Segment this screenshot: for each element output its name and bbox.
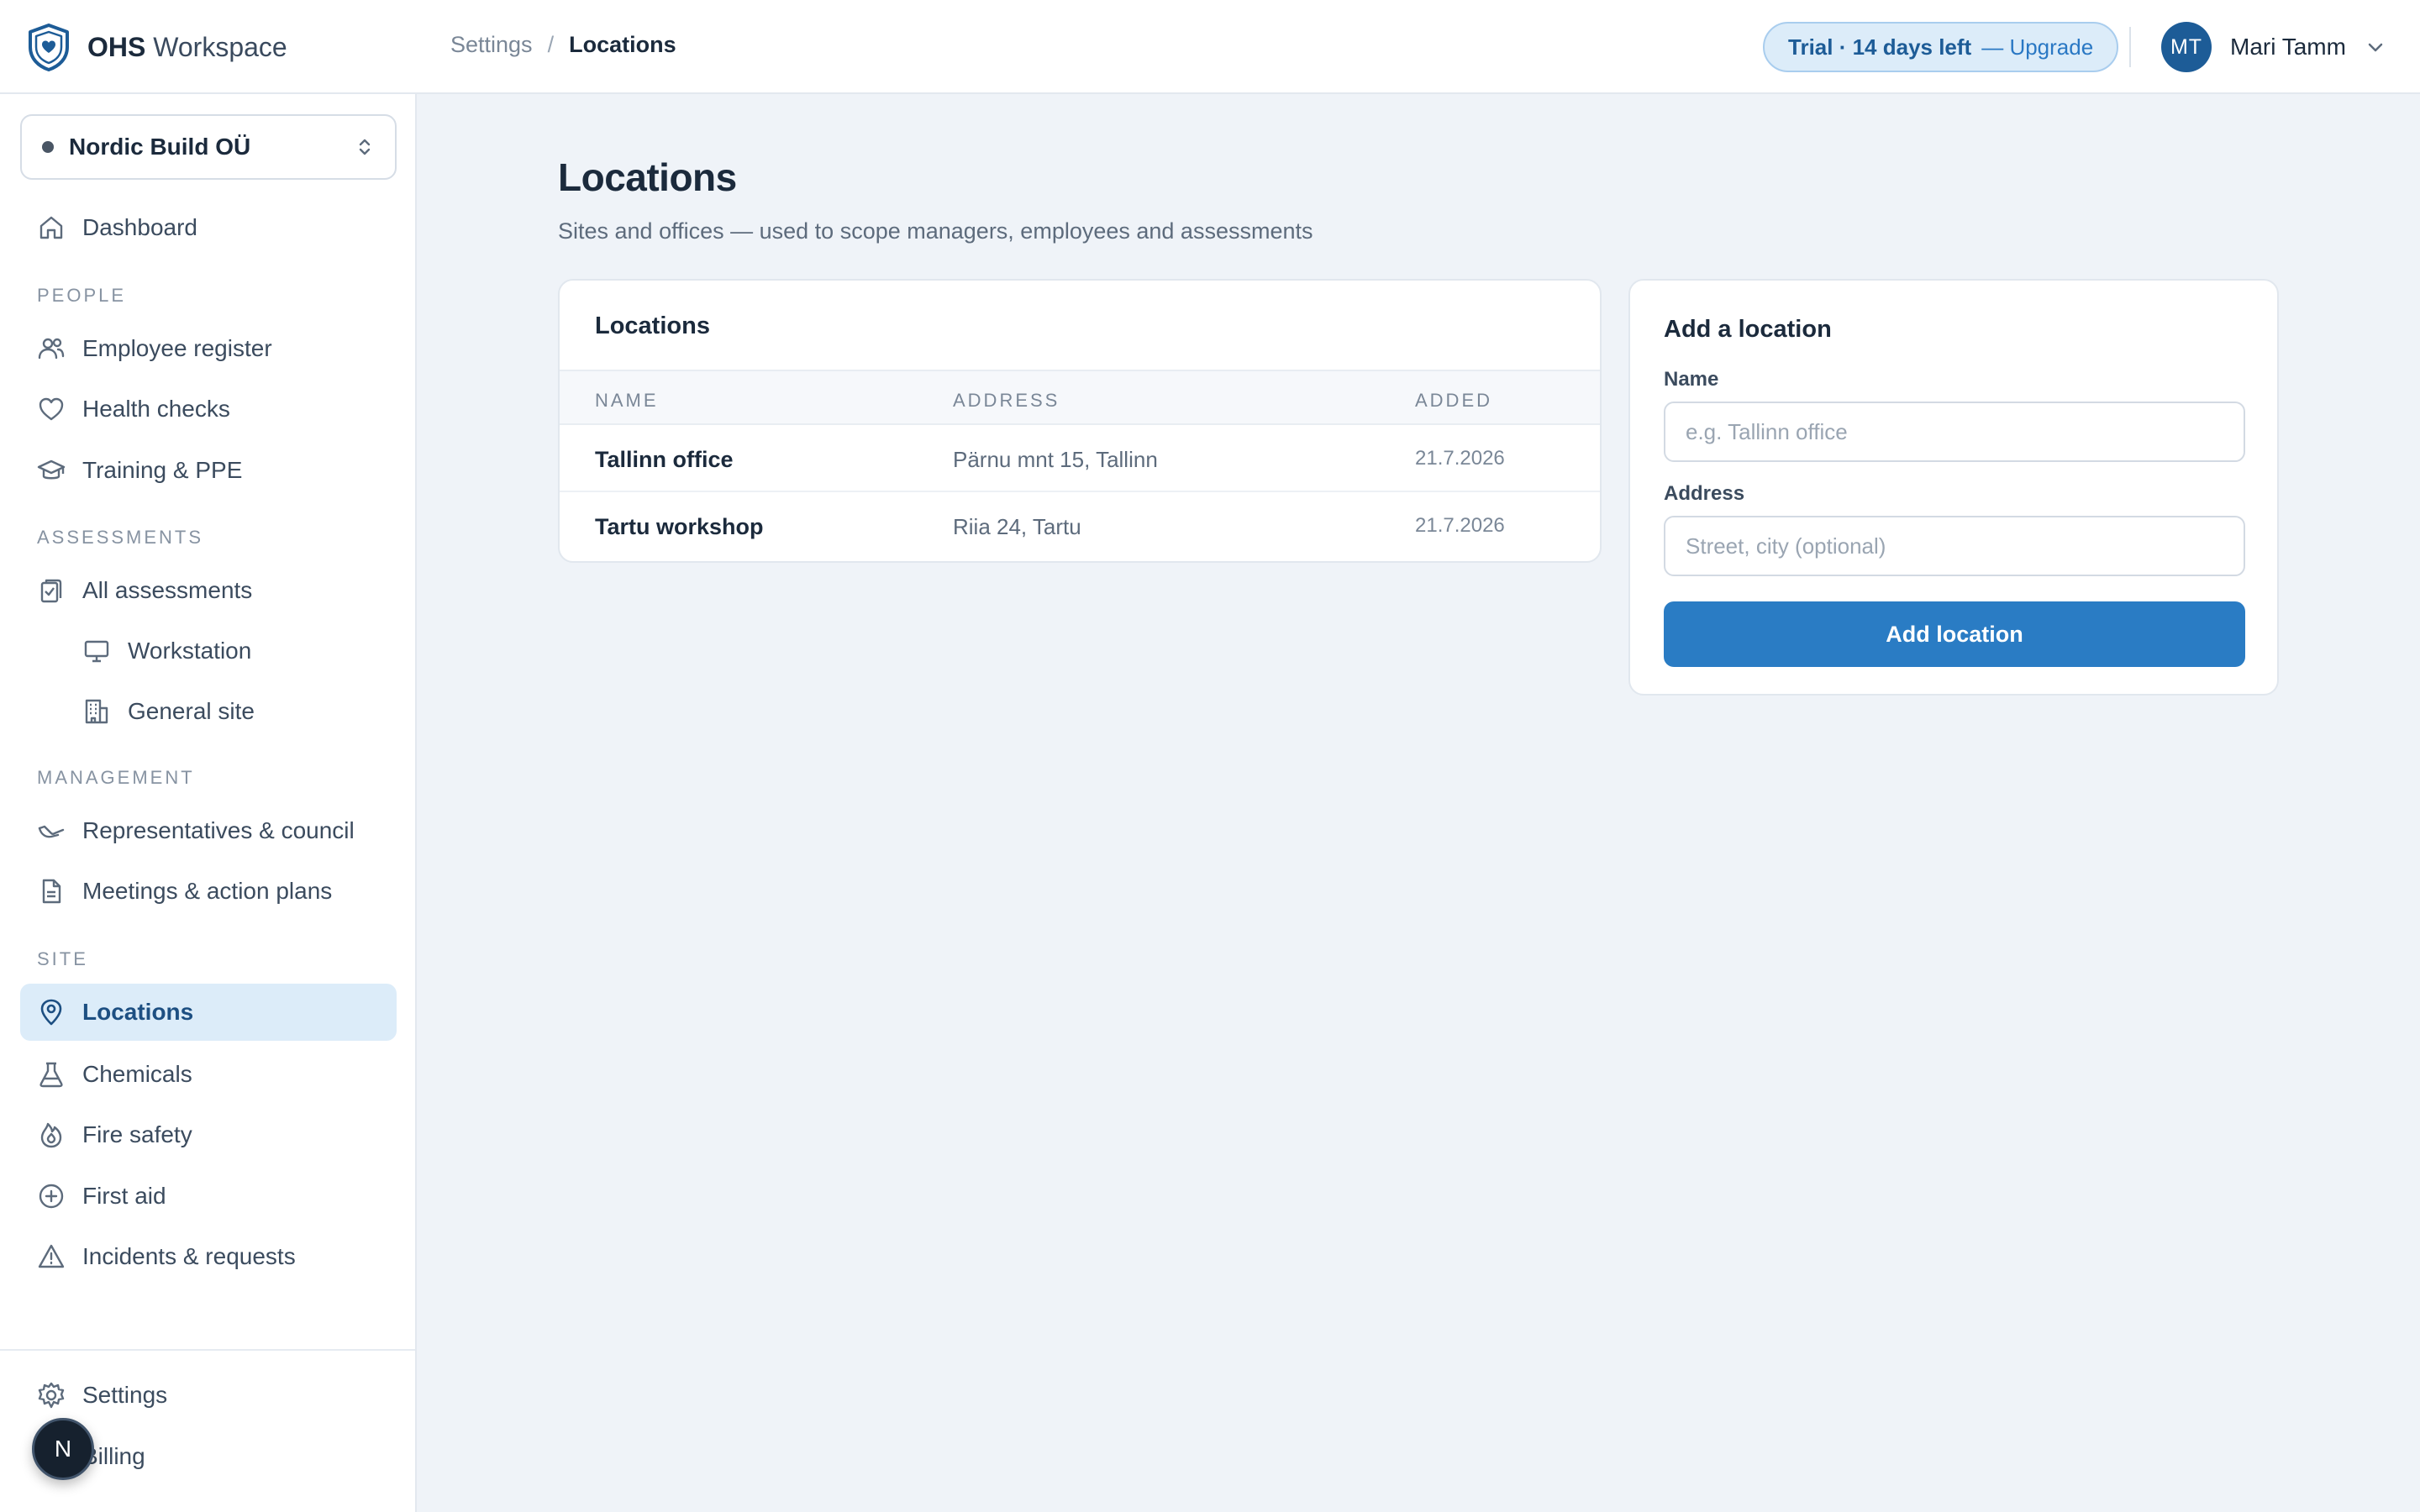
form-title: Add a location	[1664, 316, 1832, 343]
sidebar: Nordic Build OÜ Dashboard PEOPLE Employe…	[0, 94, 417, 1512]
sidebar-item-label: Fire safety	[82, 1121, 192, 1147]
trial-badge[interactable]: Trial · 14 days left — Upgrade	[1763, 22, 2119, 72]
sidebar-item-settings[interactable]: Settings	[20, 1367, 397, 1424]
sidebar-divider	[0, 1349, 415, 1351]
column-header-added: ADDED	[1415, 390, 1493, 411]
flame-icon	[37, 1121, 66, 1149]
graduation-cap-icon	[37, 456, 66, 485]
sidebar-item-employee-register[interactable]: Employee register	[20, 320, 397, 377]
trial-status: Trial · 14 days left	[1788, 34, 1972, 60]
breadcrumb-settings[interactable]: Settings	[450, 32, 533, 58]
document-icon	[37, 877, 66, 906]
sidebar-item-incidents[interactable]: Incidents & requests	[20, 1228, 397, 1285]
app-name-rest-text: Workspace	[153, 31, 287, 62]
breadcrumb: Settings / Locations	[450, 32, 676, 58]
location-name: Tartu workshop	[595, 514, 764, 539]
org-status-dot	[42, 141, 54, 153]
sidebar-item-workstation[interactable]: Workstation	[20, 622, 397, 680]
heart-icon	[37, 395, 66, 423]
sidebar-item-label: Health checks	[82, 396, 230, 422]
sidebar-item-label: General site	[128, 698, 255, 724]
user-menu[interactable]: MT Mari Tamm	[2161, 22, 2386, 72]
section-assessments: ASSESSMENTS	[37, 527, 204, 548]
location-name-input[interactable]	[1664, 402, 2245, 462]
location-added: 21.7.2026	[1415, 514, 1505, 537]
section-management: MANAGEMENT	[37, 767, 195, 788]
sidebar-item-health-checks[interactable]: Health checks	[20, 381, 397, 438]
app-name-rest: Workspace	[145, 32, 287, 63]
locations-table-card: Locations NAME ADDRESS ADDED Tallinn off…	[558, 279, 1602, 563]
table-row[interactable]: Tallinn office Pärnu mnt 15, Tallinn 21.…	[560, 425, 1600, 492]
sidebar-item-general-site[interactable]: General site	[20, 683, 397, 740]
topbar-divider	[2129, 27, 2131, 67]
app-name-bold: OHS	[87, 31, 146, 62]
floating-help-button[interactable]: N	[32, 1418, 94, 1480]
map-pin-icon	[37, 998, 66, 1026]
section-people: PEOPLE	[37, 285, 127, 306]
warning-triangle-icon	[37, 1242, 66, 1271]
sidebar-item-label: Chemicals	[82, 1061, 192, 1087]
add-location-card: Add a location Name Address Add location	[1628, 279, 2279, 696]
column-header-address: ADDRESS	[953, 390, 1060, 411]
sidebar-item-meetings[interactable]: Meetings & action plans	[20, 863, 397, 920]
sidebar-item-all-assessments[interactable]: All assessments	[20, 562, 397, 619]
table-title: Locations	[595, 312, 710, 339]
monitor-icon	[82, 637, 111, 665]
name-label: Name	[1664, 368, 1719, 391]
chevron-down-icon	[2365, 36, 2386, 58]
page-subtitle: Sites and offices — used to scope manage…	[558, 218, 1313, 244]
chevron-up-down-icon	[355, 134, 375, 160]
shield-logo-icon	[25, 22, 72, 72]
location-name: Tallinn office	[595, 447, 734, 472]
sidebar-item-label: Incidents & requests	[82, 1243, 296, 1269]
sidebar-item-label: Workstation	[128, 638, 252, 664]
table-header: NAME ADDRESS ADDED	[560, 370, 1600, 425]
sidebar-item-chemicals[interactable]: Chemicals	[20, 1046, 397, 1103]
location-address-input[interactable]	[1664, 516, 2245, 576]
sidebar-item-dashboard[interactable]: Dashboard	[20, 199, 397, 256]
top-bar: OHS Workspace Settings / Locations Trial…	[0, 0, 2420, 94]
brand[interactable]: OHS Workspace	[25, 22, 287, 72]
gear-icon	[37, 1381, 66, 1410]
location-added: 21.7.2026	[1415, 447, 1505, 470]
address-label: Address	[1664, 482, 1745, 505]
section-site: SITE	[37, 948, 88, 969]
sidebar-item-label: Settings	[82, 1382, 168, 1408]
building-icon	[82, 697, 111, 726]
users-icon	[37, 334, 66, 363]
sidebar-item-locations[interactable]: Locations	[20, 984, 397, 1041]
sidebar-item-first-aid[interactable]: First aid	[20, 1168, 397, 1225]
sidebar-item-representatives[interactable]: Representatives & council	[20, 802, 397, 859]
avatar: MT	[2161, 22, 2212, 72]
flask-icon	[37, 1060, 66, 1089]
user-name: Mari Tamm	[2230, 34, 2346, 60]
home-icon	[37, 213, 66, 242]
sidebar-item-label: Locations	[82, 999, 194, 1025]
sidebar-item-label: All assessments	[82, 577, 253, 603]
sidebar-item-label: First aid	[82, 1183, 166, 1209]
column-header-name: NAME	[595, 390, 659, 411]
page-title: Locations	[558, 155, 737, 199]
add-location-button[interactable]: Add location	[1664, 601, 2245, 667]
sidebar-item-training-ppe[interactable]: Training & PPE	[20, 442, 397, 499]
org-switcher[interactable]: Nordic Build OÜ	[20, 114, 397, 180]
plus-circle-icon	[37, 1182, 66, 1210]
upgrade-link[interactable]: — Upgrade	[1981, 34, 2093, 60]
clipboard-icon	[37, 576, 66, 605]
table-row[interactable]: Tartu workshop Riia 24, Tartu 21.7.2026	[560, 492, 1600, 559]
location-address: Pärnu mnt 15, Tallinn	[953, 447, 1158, 472]
sidebar-item-label: Meetings & action plans	[82, 878, 333, 904]
sidebar-item-label: Employee register	[82, 335, 272, 361]
org-name: Nordic Build OÜ	[69, 134, 251, 160]
handshake-icon	[37, 816, 66, 845]
sidebar-item-fire-safety[interactable]: Fire safety	[20, 1106, 397, 1163]
sidebar-item-label: Representatives & council	[82, 817, 355, 843]
breadcrumb-separator: /	[547, 32, 555, 57]
sidebar-item-label: Training & PPE	[82, 457, 243, 483]
location-address: Riia 24, Tartu	[953, 514, 1081, 539]
sidebar-item-label: Dashboard	[82, 214, 197, 240]
breadcrumb-current: Locations	[569, 32, 676, 57]
